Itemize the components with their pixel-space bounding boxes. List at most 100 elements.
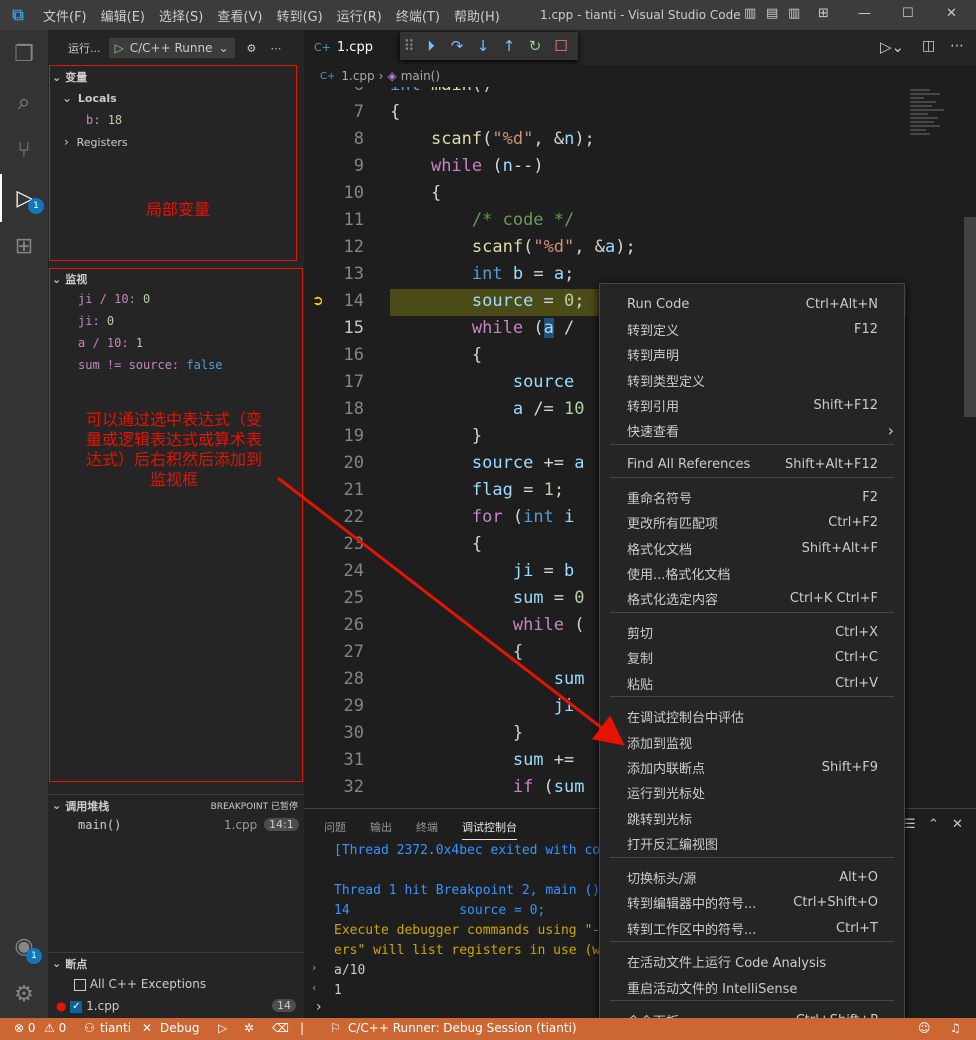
feedback-icon[interactable]: ☺ <box>918 1021 931 1035</box>
menu-item[interactable]: Find All References Shift+Alt+F12 <box>600 452 904 477</box>
menu-item[interactable]: 添加到监视 <box>600 730 904 755</box>
restart-icon[interactable]: ↻ <box>522 37 548 55</box>
tab-debug-console[interactable]: 调试控制台 <box>462 819 517 840</box>
start-debug-icon[interactable]: ▷ <box>115 41 124 55</box>
menu-item[interactable]: 重命名符号 F2 <box>600 485 904 510</box>
more-actions-icon[interactable]: ⋯ <box>950 38 964 54</box>
settings-gear-icon[interactable]: ⚙ <box>0 970 48 1018</box>
extensions-icon[interactable]: ⊞ <box>0 222 48 270</box>
menu-item[interactable]: 更改所有匹配项 Ctrl+F2 <box>600 510 904 535</box>
menu-item-shortcut: F2 <box>862 490 878 505</box>
account-icon[interactable]: ◉ 1 <box>0 922 48 970</box>
menu-go[interactable]: 转到(G) <box>269 6 329 25</box>
window-title: 1.cpp - tianti - Visual Studio Code <box>540 8 741 22</box>
run-icon[interactable]: ▷ <box>218 1021 227 1035</box>
menu-item-label: 运行到光标处 <box>627 787 706 802</box>
menu-item[interactable]: 打开反汇编视图 <box>600 831 904 856</box>
more-actions-icon[interactable]: ⋯ <box>270 42 281 55</box>
breakpoint-file[interactable]: ● ✓ 1.cpp 14 <box>56 999 296 1013</box>
menu-item[interactable]: 在活动文件上运行 Code Analysis <box>600 949 904 974</box>
search-icon[interactable]: ⌕ <box>0 78 48 126</box>
tab-1-cpp[interactable]: C+ 1.cpp <box>304 30 400 65</box>
maximize-icon[interactable]: ☐ <box>902 6 914 21</box>
toggle-sidebar-icon[interactable]: ▥ <box>744 6 756 21</box>
close-window-icon[interactable]: ✕ <box>946 6 957 21</box>
source-control-icon[interactable]: ⑂ <box>0 126 48 174</box>
menu-item[interactable]: 使用...格式化文档 <box>600 561 904 586</box>
debug-icon[interactable]: ✲ <box>244 1021 254 1035</box>
tab-problems[interactable]: 问题 <box>324 819 346 835</box>
exceptions-checkbox[interactable] <box>74 978 86 991</box>
launch-config-select[interactable]: ▷ C/C++ Runne ⌄ <box>108 38 235 58</box>
build-mode[interactable]: Debug <box>160 1021 199 1035</box>
menu-item[interactable]: 转到编辑器中的符号... Ctrl+Shift+O <box>600 890 904 915</box>
menu-edit[interactable]: 编辑(E) <box>94 6 152 25</box>
warnings-count[interactable]: ⚠ 0 <box>44 1021 66 1035</box>
menu-item[interactable]: 复制 Ctrl+C <box>600 645 904 670</box>
close-panel-icon[interactable]: ✕ <box>952 817 963 832</box>
line-number: 15 <box>343 318 364 338</box>
menu-item[interactable]: 转到定义 F12 <box>600 317 904 342</box>
menu-view[interactable]: 查看(V) <box>210 6 269 25</box>
toggle-panel-icon[interactable]: ▤ <box>766 6 778 21</box>
step-into-icon[interactable]: ↓ <box>470 37 496 55</box>
menu-item[interactable]: 转到声明 <box>600 342 904 367</box>
customize-layout-icon[interactable]: ⊞ <box>818 6 829 21</box>
debug-toolbar: ⠿ ⏵ ↷ ↓ ↑ ↻ ☐ <box>400 32 578 60</box>
minimize-icon[interactable]: — <box>858 6 871 21</box>
menu-item[interactable]: 在调试控制台中评估 <box>600 704 904 729</box>
breakpoints-section-header[interactable]: ⌄ 断点 <box>48 952 304 974</box>
breadcrumb-file[interactable]: 1.cpp <box>341 69 374 83</box>
breadcrumb-symbol[interactable]: main() <box>401 69 440 83</box>
explorer-icon[interactable]: ❐ <box>0 30 48 78</box>
menu-item[interactable]: 格式化选定内容 Ctrl+K Ctrl+F <box>600 586 904 611</box>
console-input-prompt-icon[interactable]: › <box>316 999 322 1015</box>
menu-item[interactable]: 快速查看 › <box>600 418 904 443</box>
breakpoint-checkbox[interactable]: ✓ <box>70 1000 83 1013</box>
debug-session[interactable]: C/C++ Runner: Debug Session (tianti) <box>348 1021 577 1035</box>
breakpoint-exceptions[interactable]: All C++ Exceptions <box>74 977 206 991</box>
step-over-icon[interactable]: ↷ <box>444 37 470 55</box>
debug-settings-gear-icon[interactable]: ⚙ <box>247 42 257 55</box>
callstack-section-header[interactable]: ⌄ 调用堆栈 BREAKPOINT 已暂停 <box>48 794 304 816</box>
errors-count[interactable]: ⊗ 0 <box>14 1021 36 1035</box>
menu-item[interactable]: 转到工作区中的符号... Ctrl+T <box>600 916 904 941</box>
menu-item[interactable]: 转到引用 Shift+F12 <box>600 393 904 418</box>
stop-icon[interactable]: ☐ <box>548 37 574 55</box>
menu-run[interactable]: 运行(R) <box>330 6 389 25</box>
panel-menu-icon[interactable]: ☰ <box>904 817 916 832</box>
code-line: if (sum <box>512 777 585 797</box>
scrollbar-thumb[interactable] <box>964 217 976 417</box>
menu-item[interactable]: 运行到光标处 <box>600 780 904 805</box>
code-line: sum += <box>512 750 585 770</box>
toggle-secondary-sidebar-icon[interactable]: ▥ <box>788 6 800 21</box>
menu-item[interactable]: 粘贴 Ctrl+V <box>600 671 904 696</box>
trash-icon[interactable]: ⌫ <box>272 1021 289 1035</box>
drag-handle-icon[interactable]: ⠿ <box>400 37 418 55</box>
continue-icon[interactable]: ⏵ <box>418 37 444 55</box>
editor-scrollbar[interactable] <box>962 87 976 808</box>
menu-file[interactable]: 文件(F) <box>36 6 94 25</box>
menu-item[interactable]: 剪切 Ctrl+X <box>600 620 904 645</box>
tab-terminal[interactable]: 终端 <box>416 819 438 835</box>
menu-selection[interactable]: 选择(S) <box>152 6 210 25</box>
run-dropdown-icon[interactable]: ▷⌄ <box>880 38 904 56</box>
menu-item[interactable]: Run Code Ctrl+Alt+N <box>600 292 904 317</box>
split-editor-icon[interactable]: ◫ <box>922 38 935 54</box>
menu-item[interactable]: 添加内联断点 Shift+F9 <box>600 755 904 780</box>
menu-terminal[interactable]: 终端(T) <box>389 6 447 25</box>
menu-item[interactable]: 重启活动文件的 IntelliSense <box>600 975 904 1000</box>
menu-help[interactable]: 帮助(H) <box>447 6 507 25</box>
run-debug-icon[interactable]: ▷ 1 <box>0 174 48 222</box>
notifications-icon[interactable]: ♫ <box>950 1021 961 1035</box>
callstack-status: BREAKPOINT 已暂停 <box>210 802 298 812</box>
menu-item[interactable]: 格式化文档 Shift+Alt+F <box>600 536 904 561</box>
menu-item[interactable]: 切换标头/源 Alt+O <box>600 865 904 890</box>
menu-item[interactable]: 转到类型定义 <box>600 368 904 393</box>
minimap[interactable] <box>910 87 962 187</box>
workspace-folder[interactable]: tianti <box>100 1021 131 1035</box>
tab-output[interactable]: 输出 <box>370 819 392 835</box>
maximize-panel-icon[interactable]: ⌃ <box>928 817 939 832</box>
menu-item[interactable]: 跳转到光标 <box>600 806 904 831</box>
step-out-icon[interactable]: ↑ <box>496 37 522 55</box>
